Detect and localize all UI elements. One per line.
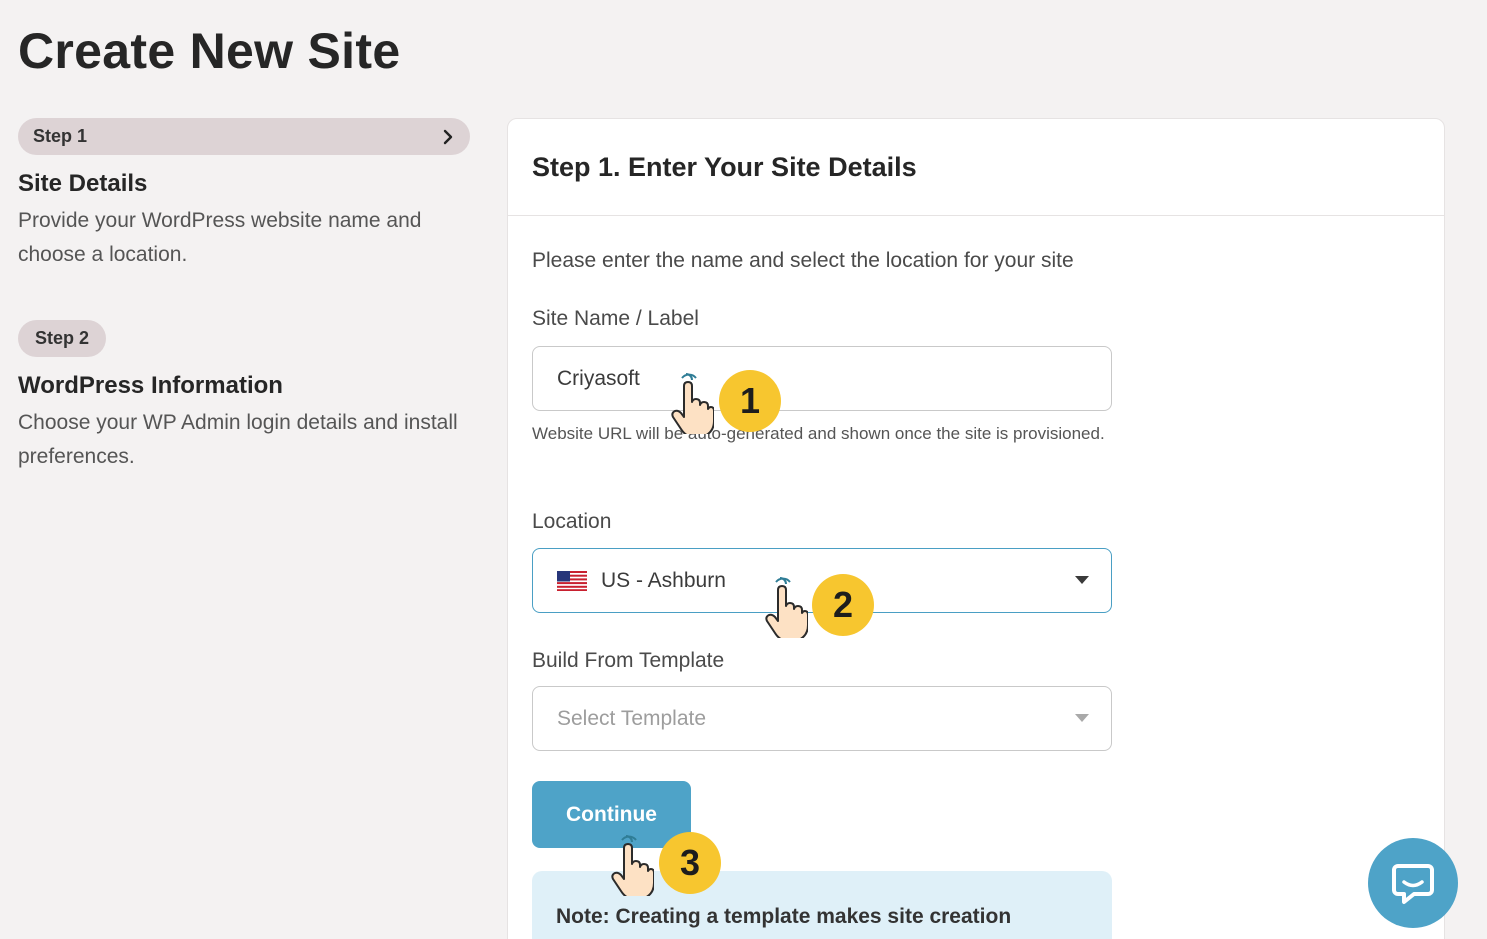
site-name-label: Site Name / Label (532, 307, 699, 330)
intro-text: Please enter the name and select the loc… (532, 249, 1074, 272)
template-select[interactable]: Select Template (532, 686, 1112, 751)
hand-pointer-icon (765, 577, 808, 638)
annotation-badge-2: 2 (812, 574, 874, 636)
annotation-badge-3: 3 (659, 832, 721, 894)
site-url-help-text: Website URL will be auto-generated and s… (532, 424, 1105, 443)
chat-button[interactable] (1368, 838, 1458, 928)
caret-down-icon (1075, 714, 1089, 722)
template-placeholder: Select Template (557, 706, 707, 730)
chat-bubble-icon (1392, 864, 1434, 904)
location-value: US - Ashburn (601, 568, 726, 592)
step-1-description: Provide your WordPress website name and … (18, 209, 422, 266)
step-2-pill[interactable]: Step 2 (18, 320, 106, 357)
step-2-description: Choose your WP Admin login details and i… (18, 411, 458, 468)
us-flag-icon (557, 570, 587, 591)
site-name-value: Criyasoft (557, 366, 640, 390)
step-1-pill[interactable]: Step 1 (18, 118, 470, 155)
site-name-input[interactable]: Criyasoft (532, 346, 1112, 411)
template-label: Build From Template (532, 649, 725, 672)
step-2-pill-label: Step 2 (34, 328, 90, 348)
step-2-title: WordPress Information (18, 372, 283, 399)
caret-down-icon (1075, 576, 1089, 584)
card-title: Step 1. Enter Your Site Details (508, 119, 1444, 216)
site-details-card: Step 1. Enter Your Site Details Please e… (507, 118, 1445, 939)
hand-pointer-icon (611, 835, 654, 896)
step-1-title: Site Details (18, 170, 148, 197)
step-1-pill-label: Step 1 (33, 126, 88, 146)
location-label: Location (532, 510, 612, 533)
page-title: Create New Site (18, 23, 401, 79)
annotation-badge-1: 1 (719, 370, 781, 432)
hand-pointer-icon (671, 373, 714, 434)
chevron-right-icon (443, 129, 453, 144)
